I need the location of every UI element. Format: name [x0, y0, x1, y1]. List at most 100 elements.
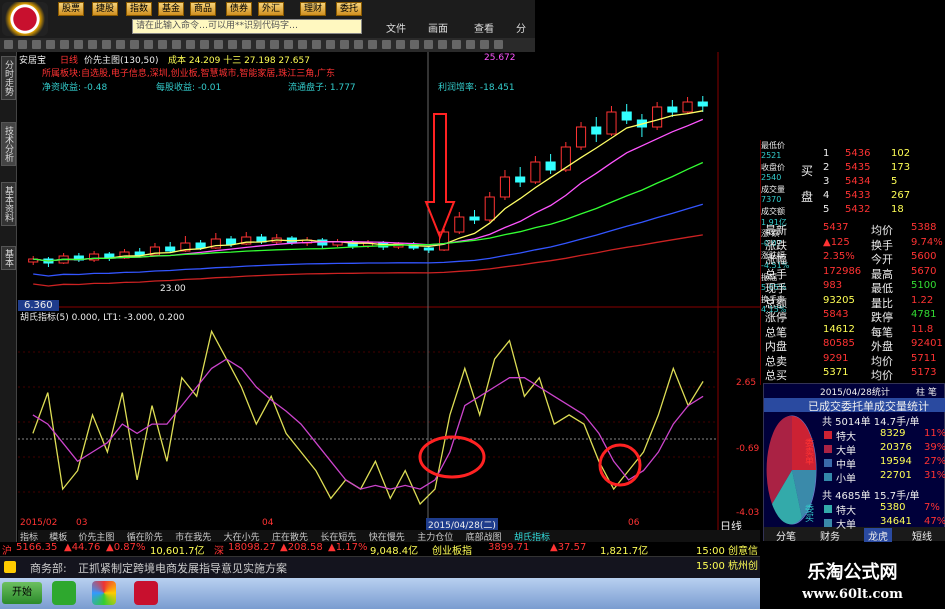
toolbar-icon[interactable] [270, 40, 279, 49]
news-bar[interactable]: 商务部: 正抓紧制定跨境电商发展指导意见实施方案 15:00 杭州创 [0, 556, 760, 578]
legend-swatch [824, 505, 832, 513]
tab-dragon-tiger[interactable]: 龙虎 [864, 528, 892, 543]
toolbar-icon[interactable] [74, 40, 83, 49]
indicator-tabs: 指标 模板 价先主图 循在阶先 市在我先 大在小先 庄在散先 长在短先 快在慢先 主力仓位 底部战图… [18, 530, 760, 543]
toolbar-icon[interactable] [340, 40, 349, 49]
candle-body [682, 101, 693, 113]
quote-value: 4781 [911, 309, 937, 320]
toolbar [0, 38, 535, 52]
toolbar-icon[interactable] [60, 40, 69, 49]
ma20-line [33, 161, 704, 262]
toolbar-icon[interactable] [452, 40, 461, 49]
toolbar-icon[interactable] [284, 40, 293, 49]
legend-swatch [824, 473, 832, 481]
tab-short-term[interactable]: 短线 [912, 528, 932, 543]
menu-button-0[interactable]: 股票 [58, 2, 85, 16]
bid-level: 2 [823, 162, 830, 173]
toolbar-icon[interactable] [130, 40, 139, 49]
toolbar-icon[interactable] [144, 40, 153, 49]
indicator-fast-line [32, 329, 704, 506]
bid-volume: 173 [891, 162, 911, 173]
sell_rows-k: 特大 [836, 432, 856, 443]
indicator-scale-mid: -0.69 [736, 444, 760, 454]
bid-volume: 267 [891, 190, 911, 201]
toolbar-icon[interactable] [32, 40, 41, 49]
toolbar-icon[interactable] [410, 40, 419, 49]
alert-1[interactable]: 15:00 创意信 [696, 542, 758, 557]
toolbar-icon[interactable] [116, 40, 125, 49]
toolbar-icon[interactable] [158, 40, 167, 49]
menu-button-4[interactable]: 商品 [190, 2, 217, 16]
toolbar-icon[interactable] [480, 40, 489, 49]
date-mark-a: 03 [76, 518, 88, 528]
buy_rows-v: 34641 [880, 516, 912, 527]
toolbar-icon[interactable] [102, 40, 111, 49]
toolbar-icon[interactable] [172, 40, 181, 49]
menu-button-5[interactable]: 债券 [226, 2, 253, 16]
toolbar-icon[interactable] [396, 40, 405, 49]
tab-technical[interactable]: 技术分析 [1, 122, 16, 166]
site-watermark: 乐淘公式网 www.60lt.com [760, 556, 945, 609]
tab-basic[interactable]: 基本 [1, 246, 16, 270]
toolbar-icon[interactable] [4, 40, 13, 49]
sh-label: 沪 [2, 546, 12, 557]
candle-body [195, 242, 206, 249]
menu-button-3[interactable]: 基金 [158, 2, 185, 16]
kline-chart-area[interactable]: 安居宝 日线 价先主图(130,50) 成本 24.209 十三 27.198 … [18, 52, 760, 542]
menu-button-8[interactable]: 委托 [336, 2, 363, 16]
candle-body [225, 238, 237, 245]
legend-swatch [824, 459, 832, 467]
tab-ticks[interactable]: 分笔 [776, 528, 796, 543]
quote-value: 5843 [823, 309, 849, 320]
app-logo-icon [2, 2, 48, 36]
toolbar-icon[interactable] [46, 40, 55, 49]
alert-2[interactable]: 15:00 杭州创 [696, 557, 758, 572]
sz-label: 深 [214, 546, 224, 557]
bid-price: 5432 [845, 204, 871, 215]
sector-info: 所属板块:自选股,电子信息,深圳,创业板,智慧城市,智能家居,珠江三角,广东 [42, 69, 336, 79]
toolbar-icon[interactable] [382, 40, 391, 49]
tab-intraday[interactable]: 分时走势 [1, 56, 16, 100]
command-input[interactable]: 请在此输入命令…可以用**识别代码字… [132, 19, 362, 34]
quote-value: 5100 [911, 280, 937, 291]
menu-button-6[interactable]: 外汇 [258, 2, 285, 16]
toolbar-icon[interactable] [424, 40, 433, 49]
trading-app-icon[interactable] [134, 581, 158, 605]
toolbar-icon[interactable] [18, 40, 27, 49]
toolbar-icon[interactable] [466, 40, 475, 49]
toolbar-icon[interactable] [200, 40, 209, 49]
buy-label: 买 [801, 164, 814, 178]
toolbar-icon[interactable] [326, 40, 335, 49]
start-button[interactable]: 开始 [2, 582, 42, 604]
toolbar-icon[interactable] [88, 40, 97, 49]
candle-body [454, 216, 465, 233]
toolbar-icon[interactable] [438, 40, 447, 49]
toolbar-icon[interactable] [354, 40, 363, 49]
toolbar-icon[interactable] [312, 40, 321, 49]
toolbar-icon[interactable] [298, 40, 307, 49]
candle-body [697, 101, 708, 107]
candle-body [652, 106, 663, 128]
bid-level: 4 [823, 190, 830, 201]
toolbar-icon[interactable] [228, 40, 237, 49]
news-headline[interactable]: 正抓紧制定跨境电商发展指导意见实施方案 [78, 560, 287, 576]
toolbar-icon[interactable] [368, 40, 377, 49]
browser-icon[interactable] [92, 581, 116, 605]
menu-button-2[interactable]: 指数 [126, 2, 153, 16]
menu-file[interactable]: 文件 [386, 20, 406, 35]
toolbar-icon[interactable] [256, 40, 265, 49]
tab-fundamentals[interactable]: 基本资料 [1, 182, 16, 226]
profit-growth-label: 利润增率: -18.451 [438, 83, 515, 93]
menu-button-1[interactable]: 捷股 [92, 2, 119, 16]
menu-view[interactable]: 查看 [474, 20, 494, 35]
indicator-label: 胡氏指标(5) 0.000, LT1: -3.000, 0.200 [20, 313, 185, 323]
toolbar-icon[interactable] [214, 40, 223, 49]
menu-screen[interactable]: 画面 [428, 20, 448, 35]
wechat-icon[interactable] [52, 581, 76, 605]
stats-mode: 柱 笔 [916, 388, 937, 398]
toolbar-icon[interactable] [494, 40, 503, 49]
menu-button-7[interactable]: 理财 [300, 2, 327, 16]
toolbar-icon[interactable] [242, 40, 251, 49]
sell_rows-p: 27% [924, 456, 945, 467]
toolbar-icon[interactable] [186, 40, 195, 49]
